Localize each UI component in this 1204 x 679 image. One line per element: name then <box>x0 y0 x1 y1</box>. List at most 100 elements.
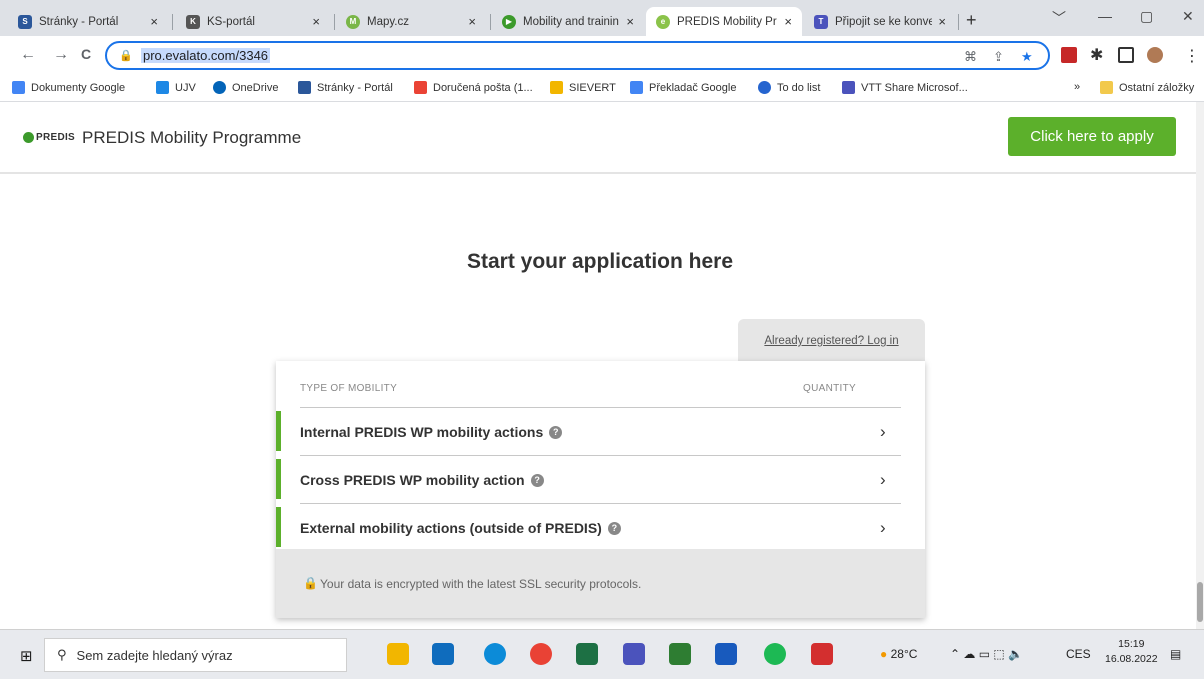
close-tab-icon[interactable]: × <box>312 14 320 29</box>
login-tab: Already registered? Log in <box>738 319 925 363</box>
bookmark-item[interactable]: UJV <box>156 81 196 94</box>
taskbar-search[interactable]: ⚲ Sem zadejte hledaný výraz <box>44 638 347 672</box>
sharepoint-icon: S <box>18 14 32 29</box>
outlook-icon[interactable] <box>432 643 454 665</box>
forward-button[interactable]: → <box>53 46 69 64</box>
close-tab-icon[interactable]: × <box>150 14 158 29</box>
help-icon[interactable]: ? <box>530 473 544 487</box>
bookmark-item[interactable]: Dokumenty Google <box>12 81 125 94</box>
bookmark-item[interactable]: OneDrive <box>213 81 278 94</box>
help-icon[interactable]: ? <box>607 521 621 535</box>
mobility-row-internal[interactable]: Internal PREDIS WP mobility actions? › <box>276 407 901 455</box>
tray-icons[interactable]: ⌃ ☁ ▭ ⬚ 🔈 <box>950 647 1023 661</box>
help-icon[interactable]: ? <box>549 425 563 439</box>
maximize-button[interactable]: ▢ <box>1140 8 1153 25</box>
bookmark-item[interactable]: To do list <box>758 81 820 94</box>
bookmark-item[interactable]: Doručená pošta (1... <box>414 81 533 94</box>
tab-title: KS-portál <box>207 15 255 28</box>
browser-toolbar: ← → C 🔒 pro.evalato.com/3346 ⌘ ⇪ ★ ✱ ⋮ <box>0 36 1204 76</box>
chevron-right-icon[interactable]: › <box>880 518 886 538</box>
folder-icon <box>550 81 563 94</box>
excel-icon[interactable] <box>576 643 598 665</box>
close-window-button[interactable]: ✕ <box>1182 8 1194 25</box>
sun-icon: ● <box>880 647 888 661</box>
file-explorer-icon[interactable] <box>387 643 409 665</box>
minimize-button[interactable]: — <box>1098 8 1112 24</box>
browser-tab-strip: S Stránky - Portál × K KS-portál × M Map… <box>0 0 1204 36</box>
bookmark-item[interactable]: Překladač Google <box>630 81 736 94</box>
bookmark-star-icon[interactable]: ★ <box>1021 49 1033 65</box>
acrobat-icon[interactable] <box>811 643 833 665</box>
ks-icon: K <box>186 14 200 29</box>
edge-icon[interactable] <box>484 643 506 665</box>
teams-icon[interactable] <box>623 643 645 665</box>
tab-mobility-training[interactable]: ▶ Mobility and trainin × <box>492 7 644 36</box>
tab-ks-portal[interactable]: K KS-portál × <box>176 7 330 36</box>
predis-logo[interactable]: PREDIS <box>23 132 75 143</box>
scrollbar-thumb[interactable] <box>1197 582 1203 622</box>
apply-button[interactable]: Click here to apply <box>1008 117 1176 156</box>
tab-search-icon[interactable]: ﹀ <box>1052 8 1066 28</box>
mobility-row-cross[interactable]: Cross PREDIS WP mobility action? › <box>276 455 901 503</box>
site-title: PREDIS Mobility Programme <box>82 128 302 147</box>
column-header-quantity: QUANTITY <box>803 383 856 394</box>
reload-button[interactable]: C <box>81 46 91 62</box>
translate-icon[interactable]: ⌘ <box>964 49 977 65</box>
clock[interactable]: 15:19 16.08.2022 <box>1105 637 1158 667</box>
extensions-puzzle-icon[interactable]: ✱ <box>1090 45 1103 65</box>
notifications-icon[interactable]: ▤ <box>1170 647 1181 661</box>
app-icon[interactable] <box>669 643 691 665</box>
back-button[interactable]: ← <box>20 46 36 64</box>
tab-title: Připojit se ke konve <box>835 15 933 28</box>
word-icon[interactable] <box>715 643 737 665</box>
close-tab-icon[interactable]: × <box>938 14 946 29</box>
chevron-right-icon[interactable]: › <box>880 422 886 442</box>
tab-predis-active[interactable]: e PREDIS Mobility Pr × <box>646 7 802 36</box>
bookmarks-overflow-button[interactable]: » <box>1074 81 1080 93</box>
page-scrollbar[interactable] <box>1196 102 1204 629</box>
chrome-icon[interactable] <box>530 643 552 665</box>
bookmark-item[interactable]: VTT Share Microsof... <box>842 81 968 94</box>
share-icon[interactable]: ⇪ <box>993 49 1004 65</box>
bookmark-item[interactable]: Stránky - Portál <box>298 81 393 94</box>
folder-icon <box>1100 81 1113 94</box>
new-tab-button[interactable]: + <box>966 10 977 31</box>
row-accent-bar <box>276 507 281 547</box>
page-heading: Start your application here <box>466 250 734 273</box>
close-tab-icon[interactable]: × <box>626 14 634 29</box>
menu-icon[interactable]: ⋮ <box>1184 46 1200 66</box>
tab-stranky-portal[interactable]: S Stránky - Portál × <box>8 7 168 36</box>
language-indicator[interactable]: CES <box>1066 647 1091 661</box>
url-text[interactable]: pro.evalato.com/3346 <box>141 48 271 63</box>
close-tab-icon[interactable]: × <box>468 14 476 29</box>
translate-icon <box>630 81 643 94</box>
close-tab-icon[interactable]: × <box>784 14 792 29</box>
extension-icon[interactable] <box>1061 47 1077 63</box>
row-accent-bar <box>276 411 281 451</box>
windows-taskbar: ⊞ ⚲ Sem zadejte hledaný výraz ● 28°C ⌃ ☁… <box>0 629 1204 679</box>
tab-mapy[interactable]: M Mapy.cz × <box>336 7 486 36</box>
row-accent-bar <box>276 459 281 499</box>
onedrive-icon <box>213 81 226 94</box>
checkmark-icon <box>758 81 771 94</box>
login-link[interactable]: Already registered? Log in <box>764 335 898 347</box>
windows-start-icon[interactable]: ⊞ <box>20 647 33 665</box>
spotify-icon[interactable] <box>764 643 786 665</box>
sharepoint-icon <box>298 81 311 94</box>
mobility-row-external[interactable]: External mobility actions (outside of PR… <box>276 503 901 551</box>
weather-widget[interactable]: ● 28°C <box>880 647 917 661</box>
address-bar[interactable]: 🔒 pro.evalato.com/3346 ⌘ ⇪ ★ <box>105 41 1050 70</box>
avatar[interactable] <box>1147 47 1163 63</box>
tab-title: Mapy.cz <box>367 15 409 28</box>
mobility-type-card: TYPE OF MOBILITY QUANTITY Internal PREDI… <box>276 361 925 618</box>
side-panel-icon[interactable] <box>1118 47 1134 63</box>
play-icon: ▶ <box>502 14 516 29</box>
bookmark-item[interactable]: SIEVERT <box>550 81 616 94</box>
tab-title: PREDIS Mobility Pr <box>677 15 777 28</box>
mapy-icon: M <box>346 14 360 29</box>
chevron-right-icon[interactable]: › <box>880 470 886 490</box>
search-placeholder: Sem zadejte hledaný výraz <box>76 647 233 663</box>
tab-teams[interactable]: T Připojit se ke konve × <box>804 7 956 36</box>
security-note: Your data is encrypted with the latest S… <box>320 577 642 591</box>
other-bookmarks[interactable]: Ostatní záložky <box>1100 81 1194 94</box>
